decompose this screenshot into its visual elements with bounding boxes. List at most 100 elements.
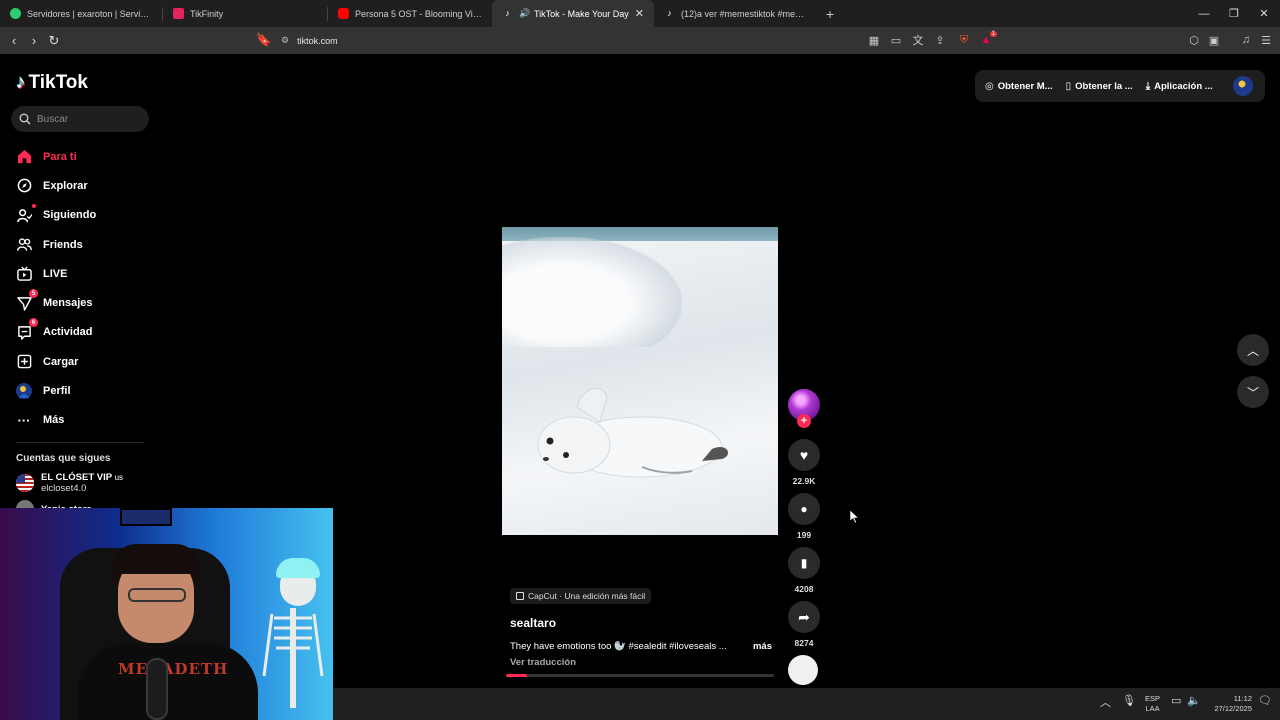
translate-icon[interactable]: 文 bbox=[910, 30, 926, 50]
video-player[interactable] bbox=[502, 227, 778, 535]
language-indicator[interactable]: ESP LAA bbox=[1145, 694, 1160, 714]
save-count: 4208 bbox=[794, 584, 814, 594]
forward-icon[interactable]: › bbox=[24, 31, 44, 51]
exaroton-favicon-icon bbox=[10, 8, 21, 19]
new-tab-button[interactable]: + bbox=[818, 0, 842, 27]
following-dot-badge bbox=[32, 204, 36, 209]
next-video-button[interactable]: ﹀ bbox=[1237, 376, 1269, 408]
comment-icon: ● bbox=[800, 502, 808, 516]
top-actions-bar: ◎ Obtener M... ▯ Obtener la ... ⤓ Aplica… bbox=[975, 70, 1265, 102]
music-disc-icon[interactable] bbox=[788, 655, 818, 685]
back-icon[interactable]: ‹ bbox=[4, 31, 24, 51]
minimize-icon[interactable]: — bbox=[1188, 0, 1220, 27]
activity-icon: 6 bbox=[16, 318, 38, 340]
network-icon[interactable]: ▭ bbox=[1171, 694, 1181, 707]
extensions-icon[interactable]: ⬡ bbox=[1186, 30, 1202, 50]
follow-plus-icon[interactable]: + bbox=[797, 414, 811, 428]
wall-shelf bbox=[120, 508, 172, 526]
sidebar-item-mas[interactable]: ··· Más bbox=[16, 406, 146, 435]
system-clock[interactable]: 11:12 27/12/2025 bbox=[1206, 694, 1252, 714]
creator-avatar[interactable]: + bbox=[788, 389, 820, 428]
tab-tiktok-memes[interactable]: ♪ (12)a ver #memestiktok #memesene bbox=[654, 0, 818, 27]
more-button[interactable]: más bbox=[753, 641, 772, 652]
speaker-icon[interactable]: 🔊 bbox=[519, 8, 530, 19]
save-action: ▮ 4208 bbox=[788, 547, 820, 594]
streamer-fringe bbox=[112, 544, 200, 574]
rewards-icon[interactable]: ▲ 1 bbox=[978, 30, 997, 50]
sidebar-divider bbox=[16, 442, 144, 443]
following-icon bbox=[16, 204, 36, 223]
close-tab-icon[interactable]: ✕ bbox=[629, 7, 644, 20]
sidebar-item-friends[interactable]: Friends bbox=[16, 230, 146, 259]
reload-icon[interactable]: ↻ bbox=[44, 31, 64, 51]
video-description: They have emotions too 🦭 #sealedit #ilov… bbox=[510, 641, 772, 652]
bookmark-icon: ▮ bbox=[800, 556, 808, 570]
like-button[interactable]: ♥ bbox=[788, 439, 820, 471]
following-account-el-closet[interactable]: EL CLÓSET VIP us elcloset4.0 bbox=[16, 472, 123, 494]
sidebar-item-cargar[interactable]: Cargar bbox=[16, 347, 146, 376]
seal-pup-image bbox=[537, 387, 729, 478]
tiktok-note-icon: ♪ bbox=[16, 72, 26, 93]
capcut-sponsor-chip[interactable]: CapCut · Una edición más fácil bbox=[510, 588, 652, 604]
messages-badge: 5 bbox=[29, 289, 38, 299]
video-author[interactable]: sealtaro bbox=[510, 616, 772, 630]
tray-overflow-icon[interactable]: ︿ bbox=[1100, 694, 1111, 710]
like-action: ♥ 22.9K bbox=[788, 439, 820, 486]
tikfinity-favicon-icon bbox=[173, 8, 184, 19]
brave-shield-icon[interactable]: ⛨ bbox=[956, 30, 972, 50]
share-button[interactable]: ➦ bbox=[788, 601, 820, 633]
like-count: 22.9K bbox=[792, 476, 816, 486]
following-section-title: Cuentas que sigues bbox=[16, 453, 111, 464]
tab-persona-ost[interactable]: Persona 5 OST - Blooming Villain [Ext bbox=[328, 0, 492, 27]
phone-icon: ▯ bbox=[1065, 80, 1072, 92]
upload-icon bbox=[16, 354, 32, 370]
sidebar-item-live[interactable]: LIVE bbox=[16, 259, 146, 288]
browser-tab-strip: Servidores | exaroton | Servidores de Ti… bbox=[0, 0, 1280, 27]
webcam-overlay: MEGADETH bbox=[0, 508, 333, 720]
close-window-icon[interactable]: ✕ bbox=[1248, 0, 1280, 27]
save-button[interactable]: ▮ bbox=[788, 547, 820, 579]
microphone-tray-icon[interactable]: 🎙 bbox=[1122, 694, 1136, 707]
microphone bbox=[146, 658, 168, 720]
reader-mode-icon[interactable]: ▦ bbox=[866, 30, 882, 50]
share-icon[interactable]: ⇪ bbox=[932, 30, 948, 50]
volume-icon[interactable]: 🔈 bbox=[1187, 694, 1201, 707]
comment-count: 199 bbox=[796, 530, 812, 540]
sidebar-item-explorar[interactable]: Explorar bbox=[16, 171, 146, 200]
sidebar-item-siguiendo[interactable]: Siguiendo bbox=[16, 201, 146, 230]
tab-tiktok-active[interactable]: ♪ 🔊 TikTok - Make Your Day ✕ bbox=[492, 0, 654, 27]
see-translation-link[interactable]: Ver traducción bbox=[510, 657, 772, 668]
search-icon bbox=[19, 113, 31, 125]
video-progress-bar[interactable] bbox=[506, 674, 774, 677]
search-box[interactable] bbox=[11, 106, 149, 132]
sidebar-item-actividad[interactable]: 6 Actividad bbox=[16, 318, 146, 347]
skeleton-cap bbox=[276, 558, 320, 578]
sidebar-item-mensajes[interactable]: 5 Mensajes bbox=[16, 288, 146, 317]
get-coins-button[interactable]: ◎ Obtener M... bbox=[985, 81, 1053, 92]
sidebar-item-perfil[interactable]: Perfil bbox=[16, 376, 146, 405]
sidebar-item-para-ti[interactable]: Para ti bbox=[16, 142, 146, 171]
tab-tikfinity[interactable]: TikFinity bbox=[163, 0, 327, 27]
get-app-button[interactable]: ▯ Obtener la ... bbox=[1066, 81, 1133, 92]
profile-avatar[interactable] bbox=[1233, 76, 1253, 96]
comment-button[interactable]: ● bbox=[788, 493, 820, 525]
tab-exaroton[interactable]: Servidores | exaroton | Servidores de bbox=[0, 0, 162, 27]
url-text[interactable]: tiktok.com bbox=[297, 36, 338, 46]
video-action-rail: + ♥ 22.9K ● 199 ▮ 4208 ➦ 8274 bbox=[788, 389, 822, 685]
media-icon[interactable]: ♫ bbox=[1238, 30, 1254, 50]
friends-icon bbox=[16, 237, 32, 253]
comment-action: ● 199 bbox=[788, 493, 820, 540]
previous-video-button[interactable]: ︿ bbox=[1237, 334, 1269, 366]
notification-icon[interactable]: 🗨 bbox=[1258, 694, 1272, 707]
restore-icon[interactable]: ❐ bbox=[1218, 0, 1250, 27]
search-input[interactable] bbox=[37, 113, 137, 125]
share-count: 8274 bbox=[794, 638, 814, 648]
menu-icon[interactable]: ☰ bbox=[1258, 30, 1274, 50]
cast-icon[interactable]: ▭ bbox=[888, 30, 904, 50]
site-info-icon[interactable]: ⚙ bbox=[281, 35, 289, 46]
streamer-body bbox=[78, 643, 258, 720]
tiktok-logo[interactable]: ♪ TikTok bbox=[16, 72, 88, 94]
shirt-logo: MEGADETH bbox=[118, 660, 229, 678]
wallet-icon[interactable]: ▣ bbox=[1206, 30, 1222, 50]
desktop-app-button[interactable]: ⤓ Aplicación ... bbox=[1146, 81, 1213, 92]
